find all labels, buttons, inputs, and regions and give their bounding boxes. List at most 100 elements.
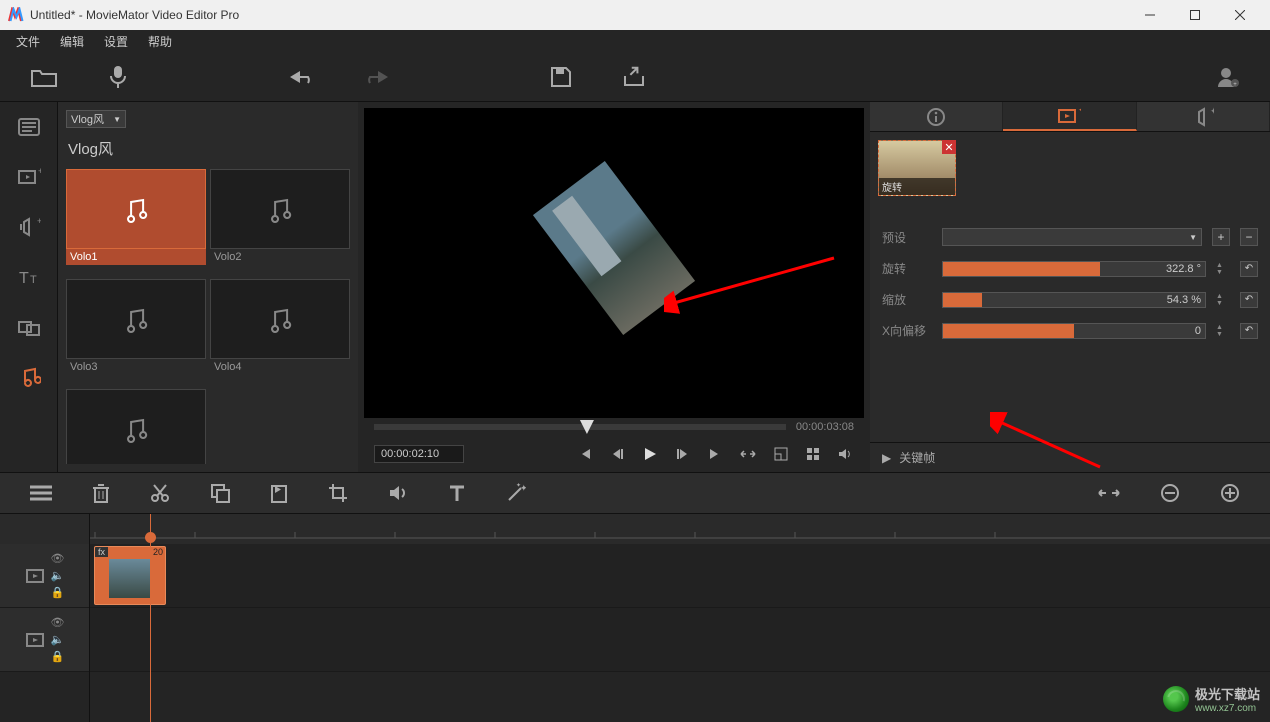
export-icon[interactable] [622, 66, 646, 88]
speaker-icon[interactable]: 🔈 [51, 569, 65, 582]
volume-icon[interactable] [838, 447, 854, 461]
reset-button[interactable]: ↶ [1240, 261, 1258, 277]
library-item[interactable] [66, 389, 206, 464]
menu-file[interactable]: 文件 [6, 31, 50, 52]
audio-icon[interactable] [388, 484, 408, 502]
undo-icon[interactable] [288, 68, 314, 86]
tab-transitions[interactable] [0, 302, 57, 352]
music-note-icon [265, 194, 295, 224]
magic-icon[interactable]: ✦✦ [506, 483, 526, 503]
library-item-label: Volo4 [210, 359, 350, 375]
eye-icon[interactable]: 👁 [51, 616, 65, 629]
annotation-arrow-icon [664, 248, 844, 318]
tab-video-fx[interactable]: + [0, 152, 57, 202]
library-item[interactable]: Volo2 [210, 169, 350, 265]
play-icon[interactable] [642, 446, 658, 462]
slider-value: 0 [1191, 325, 1205, 337]
svg-text:T: T [30, 274, 37, 286]
value-stepper[interactable]: ▲▼ [1216, 293, 1230, 307]
svg-text:✦: ✦ [516, 483, 521, 489]
paste-icon[interactable] [270, 483, 288, 503]
svg-text:+: + [37, 216, 41, 226]
open-file-icon[interactable] [30, 66, 58, 88]
preset-remove-button[interactable]: − [1240, 228, 1258, 246]
library-panel: Vlog风 ▼ Vlog风 Volo1 Volo2 Volo3 Volo4 [58, 102, 358, 472]
fit-icon[interactable] [740, 447, 756, 461]
eye-icon[interactable]: 👁 [51, 552, 65, 565]
save-icon[interactable] [550, 66, 572, 88]
minimize-button[interactable] [1127, 0, 1172, 30]
fullscreen-icon[interactable] [774, 447, 788, 461]
track-head-video[interactable]: 👁 🔈 🔒 [0, 544, 89, 608]
lock-icon[interactable]: 🔒 [51, 586, 65, 599]
close-button[interactable] [1217, 0, 1262, 30]
delete-icon[interactable] [92, 483, 110, 503]
timeline-track[interactable] [90, 608, 1270, 672]
library-item[interactable]: Volo1 [66, 169, 206, 265]
copy-icon[interactable] [210, 483, 230, 503]
zoom-in-icon[interactable] [1220, 483, 1240, 503]
duration-display: 00:00:03:08 [796, 421, 854, 433]
library-category-dropdown[interactable]: Vlog风 ▼ [66, 110, 126, 128]
scale-slider[interactable]: 54.3 % [942, 292, 1206, 308]
tab-music[interactable] [0, 352, 57, 402]
music-note-icon [121, 194, 151, 224]
zoom-out-icon[interactable] [1160, 483, 1180, 503]
microphone-icon[interactable] [108, 65, 128, 89]
account-icon[interactable]: + [1216, 65, 1240, 89]
skip-end-icon[interactable] [708, 447, 722, 461]
slider-label: X向偏移 [882, 322, 932, 339]
speaker-icon[interactable]: 🔈 [51, 633, 65, 646]
skip-start-icon[interactable] [578, 447, 592, 461]
value-stepper[interactable]: ▲▼ [1216, 324, 1230, 338]
cut-icon[interactable] [150, 483, 170, 503]
grid-icon[interactable] [806, 447, 820, 461]
library-item[interactable]: Volo4 [210, 279, 350, 375]
crop-icon[interactable] [328, 483, 348, 503]
tab-text[interactable]: TT [0, 252, 57, 302]
watermark: 极光下载站 www.xz7.com [1163, 684, 1260, 714]
applied-effect-thumb[interactable]: ✕ 旋转 [878, 140, 956, 196]
library-item[interactable]: Volo3 [66, 279, 206, 375]
remove-effect-button[interactable]: ✕ [942, 140, 956, 154]
preview-canvas[interactable] [364, 108, 864, 418]
window-titlebar: Untitled* - MovieMator Video Editor Pro [0, 0, 1270, 30]
video-track-icon [25, 630, 49, 650]
step-back-icon[interactable] [610, 447, 624, 461]
menu-settings[interactable]: 设置 [94, 31, 138, 52]
dropdown-value: Vlog风 [71, 111, 104, 127]
track-head-video2[interactable]: 👁 🔈 🔒 [0, 608, 89, 672]
xoffset-slider[interactable]: 0 [942, 323, 1206, 339]
tab-audio-effects[interactable]: ✦ [1137, 102, 1270, 131]
music-note-icon [121, 304, 151, 334]
play-small-icon: ▶ [882, 451, 891, 465]
tab-audio-fx[interactable]: + [0, 202, 57, 252]
text-tool-icon[interactable] [448, 484, 466, 502]
timecode-input[interactable] [374, 445, 464, 463]
redo-icon[interactable] [364, 68, 390, 86]
reset-button[interactable]: ↶ [1240, 323, 1258, 339]
timeline-track[interactable]: fx 20 [90, 544, 1270, 608]
zoom-fit-icon[interactable] [1098, 486, 1120, 500]
playhead[interactable] [150, 514, 151, 722]
tab-media[interactable] [0, 102, 57, 152]
preset-add-button[interactable]: + [1212, 228, 1230, 246]
timeline-ruler[interactable] [90, 514, 1270, 544]
scrub-thumb[interactable] [580, 420, 594, 434]
timeline-clip[interactable]: fx 20 [94, 546, 166, 605]
tab-info[interactable] [870, 102, 1003, 131]
app-logo-icon [8, 7, 24, 23]
menu-edit[interactable]: 编辑 [50, 31, 94, 52]
value-stepper[interactable]: ▲▼ [1216, 262, 1230, 276]
menu-list-icon[interactable] [30, 485, 52, 501]
maximize-button[interactable] [1172, 0, 1217, 30]
menu-help[interactable]: 帮助 [138, 31, 182, 52]
step-forward-icon[interactable] [676, 447, 690, 461]
tab-video-effects[interactable]: ✦ [1003, 102, 1136, 131]
lock-icon[interactable]: 🔒 [51, 650, 65, 663]
svg-text:+: + [1233, 82, 1237, 88]
preset-dropdown[interactable]: ▼ [942, 228, 1202, 246]
rotation-slider[interactable]: 322.8 ° [942, 261, 1206, 277]
reset-button[interactable]: ↶ [1240, 292, 1258, 308]
scrub-bar[interactable]: 00:00:03:08 [358, 418, 870, 436]
